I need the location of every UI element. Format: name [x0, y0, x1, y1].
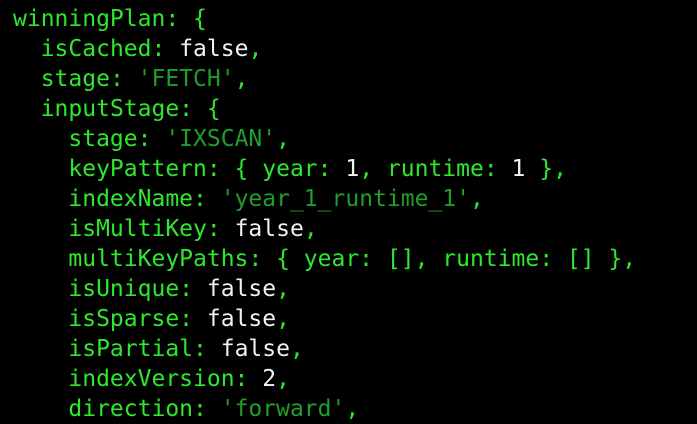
terminal-output[interactable]: winningPlan: { isCached: false, stage: '… [0, 0, 697, 424]
key-token: stage: [68, 126, 166, 152]
value-token: false [234, 216, 304, 242]
key-token: , [276, 306, 290, 332]
string-literal: 'FETCH' [137, 66, 235, 92]
code-line: inputStage: { [13, 94, 697, 124]
code-line: keyPattern: { year: 1, runtime: 1 }, [13, 154, 697, 184]
key-token: }, [525, 156, 567, 182]
value-token: 1 [345, 156, 360, 182]
key-token: direction: [68, 396, 221, 422]
value-token: 2 [262, 366, 277, 392]
key-token: , [234, 66, 249, 92]
key-token: , [345, 396, 360, 422]
value-token: false [206, 306, 277, 332]
key-token: indexName: [68, 186, 221, 212]
key-token: isPartial: [68, 336, 221, 362]
key-token: , [276, 366, 290, 392]
code-line: isSparse: false, [13, 304, 697, 334]
key-token: , [276, 276, 290, 302]
code-line: isMultiKey: false, [13, 214, 697, 244]
value-token: false [206, 276, 277, 302]
key-token: multiKeyPaths: { year: [], runtime: [] }… [68, 246, 637, 272]
key-token: isUnique: [68, 276, 207, 302]
code-line: stage: 'FETCH', [13, 64, 697, 94]
key-token: stage: [40, 66, 138, 92]
key-token: , [289, 336, 304, 362]
key-token: keyPattern: { year: [68, 156, 346, 182]
key-token: , [303, 216, 318, 242]
code-line: isUnique: false, [13, 274, 697, 304]
key-token: isMultiKey: [68, 216, 235, 242]
key-token: isSparse: [68, 306, 207, 332]
key-token: , [248, 36, 263, 62]
string-literal: 'year_1_runtime_1' [220, 186, 470, 212]
code-line: multiKeyPaths: { year: [], runtime: [] }… [13, 244, 697, 274]
code-line: winningPlan: { [13, 4, 697, 34]
key-token: winningPlan: { [13, 6, 207, 32]
code-line: direction: 'forward', [13, 394, 697, 424]
key-token: , runtime: [359, 156, 512, 182]
value-token: 1 [511, 156, 526, 182]
value-token: false [179, 36, 249, 62]
key-token: indexVersion: [68, 366, 263, 392]
key-token: , [469, 186, 484, 212]
code-line: isPartial: false, [13, 334, 697, 364]
code-line: indexName: 'year_1_runtime_1', [13, 184, 697, 214]
key-token: isCached: [40, 36, 180, 62]
code-line: isCached: false, [13, 34, 697, 64]
key-token: inputStage: { [40, 96, 221, 122]
string-literal: 'IXSCAN' [165, 126, 277, 152]
value-token: false [220, 336, 290, 362]
key-token: , [276, 126, 290, 152]
code-line: indexVersion: 2, [13, 364, 697, 394]
string-literal: 'forward' [220, 396, 346, 422]
code-line: stage: 'IXSCAN', [13, 124, 697, 154]
